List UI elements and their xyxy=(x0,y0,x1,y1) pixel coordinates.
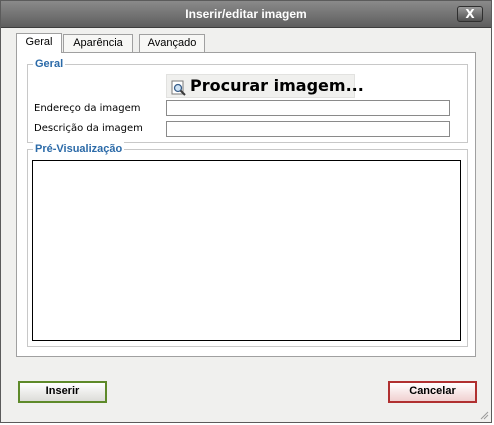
tab-panel: Geral Procurar imagem... Endereço da ima… xyxy=(16,52,476,357)
close-button[interactable]: X xyxy=(457,6,483,22)
image-address-input[interactable] xyxy=(166,100,450,116)
tab-geral[interactable]: Geral xyxy=(16,33,62,53)
address-label: Endereço da imagem xyxy=(34,103,141,114)
cancel-button[interactable]: Cancelar xyxy=(388,381,477,403)
browse-image-button[interactable]: Procurar imagem... xyxy=(166,74,364,98)
browse-image-label: Procurar imagem... xyxy=(190,76,364,95)
image-description-input[interactable] xyxy=(166,121,450,137)
preview-area xyxy=(32,160,461,341)
preview-fieldset: Pré-Visualização xyxy=(27,142,468,347)
search-icon xyxy=(171,80,186,96)
description-label: Descrição da imagem xyxy=(34,123,143,134)
resize-grip-icon[interactable] xyxy=(479,410,489,420)
image-dialog: Inserir/editar imagem X Geral Aparência … xyxy=(0,0,492,423)
dialog-title: Inserir/editar imagem xyxy=(185,7,307,21)
insert-button[interactable]: Inserir xyxy=(18,381,107,403)
general-fieldset: Geral Procurar imagem... Endereço da ima… xyxy=(27,57,468,143)
general-legend: Geral xyxy=(33,57,66,71)
tab-avancado[interactable]: Avançado xyxy=(139,34,205,52)
preview-legend: Pré-Visualização xyxy=(33,142,125,156)
tab-aparencia[interactable]: Aparência xyxy=(63,34,133,52)
title-bar[interactable]: Inserir/editar imagem X xyxy=(1,1,491,28)
